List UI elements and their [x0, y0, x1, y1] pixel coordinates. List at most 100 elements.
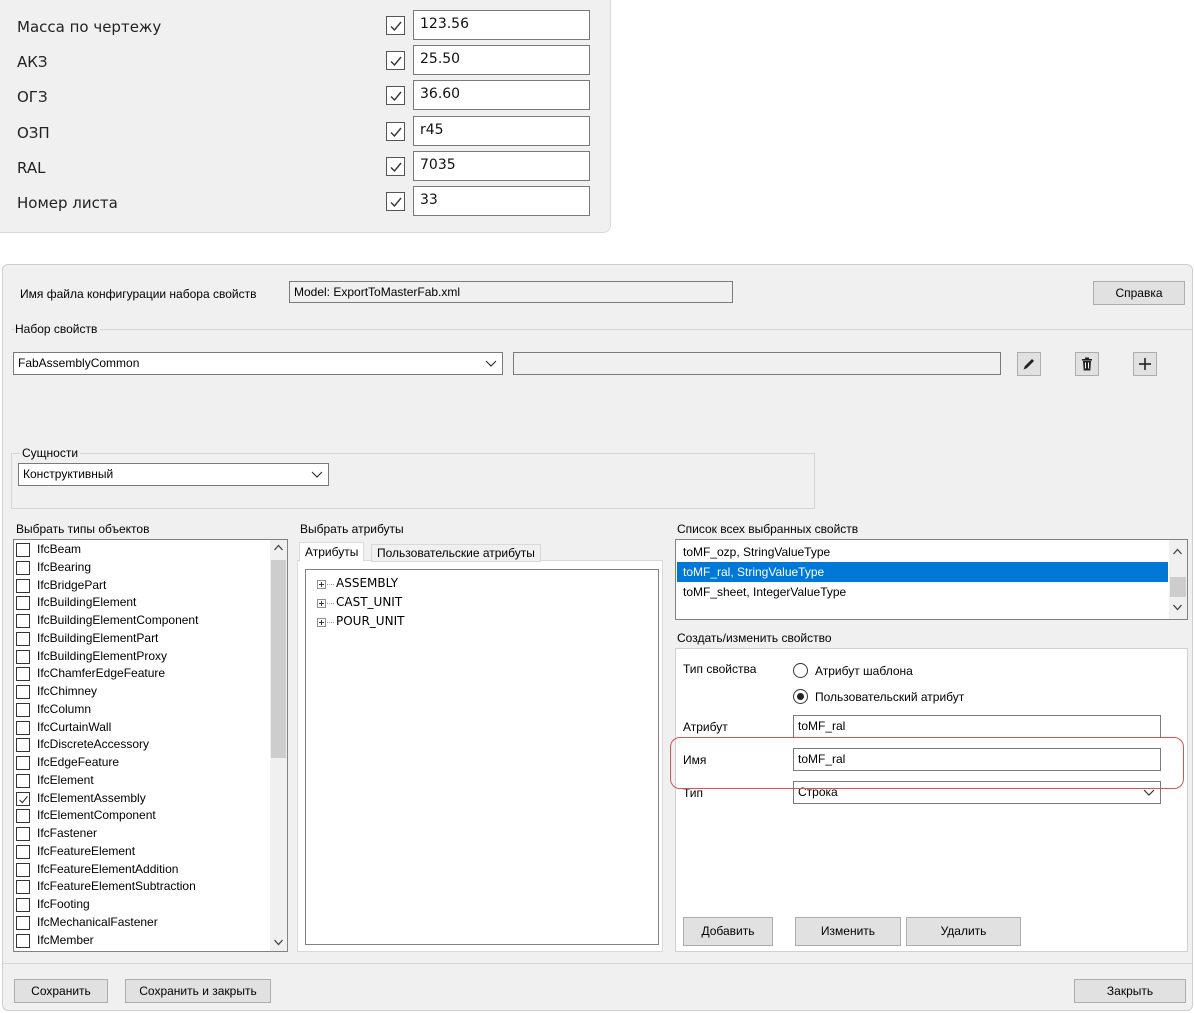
object-type-label: IfcBridgePart — [37, 577, 107, 592]
delete-button[interactable]: Удалить — [906, 917, 1021, 946]
types-scrollbar[interactable] — [270, 540, 287, 951]
property-row: Номер листа 33 — [0, 186, 611, 221]
edit-propset-button[interactable] — [1017, 352, 1041, 376]
property-value-field[interactable]: 33 — [413, 186, 590, 216]
name-field-highlight — [670, 737, 1184, 789]
scroll-down-icon[interactable] — [274, 939, 283, 946]
expand-plus-icon[interactable] — [317, 618, 326, 627]
property-label: ОГЗ — [17, 88, 48, 107]
object-type-checkbox[interactable] — [16, 756, 30, 770]
selected-scroll-thumb[interactable] — [1170, 577, 1186, 597]
object-type-checkbox[interactable] — [16, 685, 30, 699]
property-checkbox[interactable] — [386, 192, 405, 211]
modify-button[interactable]: Изменить — [795, 917, 901, 946]
types-scroll-thumb[interactable] — [271, 560, 286, 758]
selected-props-scrollbar[interactable] — [1169, 540, 1187, 619]
delete-propset-button[interactable] — [1075, 352, 1099, 376]
property-row: Масса по чертежу 123.56 — [0, 10, 611, 45]
entities-value: Конструктивный — [23, 467, 114, 481]
add-button[interactable]: Добавить — [683, 917, 773, 946]
tab-user-attributes[interactable]: Пользовательские атрибуты — [371, 544, 541, 562]
propset-dropdown[interactable]: FabAssemblyCommon — [13, 352, 503, 375]
property-type-label: Тип свойства — [683, 662, 757, 676]
help-button[interactable]: Справка — [1093, 281, 1185, 305]
object-type-checkbox[interactable] — [16, 578, 30, 593]
attributes-title: Выбрать атрибуты — [300, 522, 404, 536]
object-type-checkbox[interactable] — [16, 720, 30, 735]
selected-props-list[interactable]: toMF_ozp, StringValueType toMF_ral, Strin… — [675, 539, 1188, 620]
object-type-checkbox[interactable] — [16, 702, 30, 717]
object-type-checkbox[interactable] — [16, 614, 30, 628]
property-value-field[interactable]: 25.50 — [413, 45, 590, 76]
attribute-field[interactable]: toMF_ral — [793, 715, 1161, 738]
object-type-checkbox[interactable] — [16, 809, 30, 824]
property-checkbox[interactable] — [386, 16, 405, 35]
object-type-label: IfcChamferEdgeFeature — [37, 666, 166, 681]
object-types-list[interactable]: IfcBeam IfcBearing IfcBridgePart IfcBuildin… — [13, 539, 288, 952]
save-and-close-button[interactable]: Сохранить и закрыть — [125, 979, 271, 1003]
object-type-label: IfcFeatureElement — [37, 843, 136, 858]
object-type-checkbox[interactable] — [16, 827, 30, 841]
save-button[interactable]: Сохранить — [14, 979, 108, 1003]
scroll-down-icon[interactable] — [1173, 604, 1182, 611]
checkmark-icon — [390, 162, 402, 172]
attributes-tree[interactable]: ASSEMBLY CAST_UNIT POUR_UNIT — [305, 569, 659, 945]
property-checkbox[interactable] — [386, 156, 405, 176]
object-type-label: IfcMember — [37, 932, 94, 947]
object-type-checkbox[interactable] — [16, 543, 30, 557]
tree-node-label[interactable]: ASSEMBLY — [336, 576, 398, 590]
add-propset-button[interactable] — [1133, 352, 1157, 376]
checkmark-icon — [390, 91, 402, 102]
selected-property-item[interactable]: toMF_ozp, StringValueType — [677, 542, 1168, 562]
object-type-checkbox[interactable] — [16, 773, 30, 788]
entities-dropdown[interactable]: Конструктивный — [18, 463, 329, 486]
chevron-down-icon — [485, 360, 497, 367]
object-type-checkbox[interactable] — [16, 898, 30, 912]
expand-plus-icon[interactable] — [317, 599, 326, 608]
property-value-field[interactable]: 7035 — [413, 150, 590, 181]
property-checkbox[interactable] — [386, 86, 405, 106]
object-type-checkbox[interactable] — [16, 738, 30, 753]
selected-property-item[interactable]: toMF_ral, StringValueType — [677, 562, 1168, 582]
property-checkbox[interactable] — [386, 121, 405, 141]
checkmark-icon — [19, 795, 28, 803]
property-label: ОЗП — [17, 123, 50, 142]
tree-node-label[interactable]: POUR_UNIT — [336, 614, 404, 628]
property-checkbox[interactable] — [386, 51, 405, 71]
property-value-field[interactable]: 36.60 — [413, 80, 590, 111]
object-type-checkbox[interactable] — [16, 596, 30, 611]
tree-connector — [327, 603, 334, 604]
object-type-checkbox[interactable] — [16, 844, 30, 859]
object-type-checkbox[interactable] — [16, 880, 30, 895]
object-type-checkbox[interactable] — [16, 667, 30, 682]
object-type-label: IfcColumn — [37, 701, 92, 716]
property-row: АКЗ 25.50 — [0, 45, 611, 80]
object-type-checkbox[interactable] — [16, 791, 30, 806]
object-type-label: IfcFooting — [37, 897, 90, 911]
close-button[interactable]: Закрыть — [1074, 979, 1186, 1003]
object-type-checkbox[interactable] — [16, 933, 30, 948]
property-row: RAL 7035 — [0, 150, 611, 186]
object-type-checkbox[interactable] — [16, 862, 30, 877]
radio-template-attribute[interactable] — [793, 663, 808, 678]
object-type-label: IfcFeatureElementSubtraction — [37, 879, 196, 894]
object-type-checkbox[interactable] — [16, 915, 30, 930]
config-file-field[interactable]: Model: ExportToMasterFab.xml — [289, 281, 733, 303]
object-type-checkbox[interactable] — [16, 560, 30, 575]
radio-user-attribute[interactable] — [793, 689, 808, 704]
pencil-icon — [1023, 359, 1034, 370]
types-title: Выбрать типы объектов — [16, 522, 150, 536]
tree-connector — [327, 622, 334, 623]
scroll-up-icon[interactable] — [1173, 548, 1182, 555]
scroll-up-icon[interactable] — [274, 544, 283, 551]
selected-property-item[interactable]: toMF_sheet, IntegerValueType — [677, 582, 1168, 602]
propset-description-field[interactable] — [513, 352, 1001, 375]
tab-attributes[interactable]: Атрибуты — [299, 542, 365, 562]
plus-icon — [1139, 358, 1151, 370]
object-type-checkbox[interactable] — [16, 649, 30, 664]
tree-node-label[interactable]: CAST_UNIT — [336, 595, 402, 609]
expand-plus-icon[interactable] — [317, 580, 326, 589]
object-type-checkbox[interactable] — [16, 631, 30, 646]
property-value-field[interactable]: 123.56 — [413, 10, 590, 40]
property-value-field[interactable]: r45 — [413, 115, 590, 146]
